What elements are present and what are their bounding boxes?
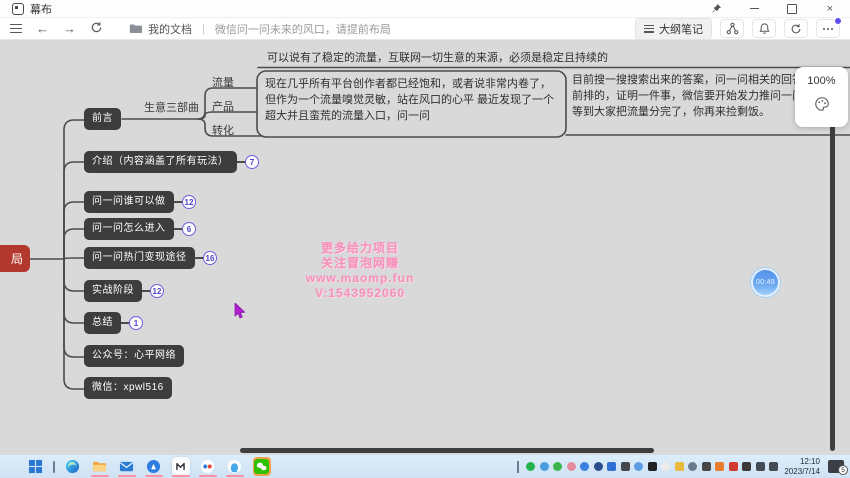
- tray-cloud-gray-icon[interactable]: [688, 462, 697, 471]
- collapsed-count-badge[interactable]: 1: [129, 316, 143, 330]
- mindmap-node[interactable]: 总结: [84, 312, 121, 334]
- pin-icon[interactable]: [710, 3, 722, 15]
- windows-taskbar: 12:10 2023/7/14 5: [0, 455, 850, 478]
- collapsed-count-badge[interactable]: 7: [245, 155, 259, 169]
- tray-blue-cloud-icon[interactable]: [580, 462, 589, 471]
- taskbar-divider: [53, 461, 55, 473]
- running-indicator: [145, 475, 163, 477]
- clock-time: 12:10: [784, 457, 820, 467]
- running-indicator: [91, 475, 109, 477]
- taskbar-wechat-icon[interactable]: [253, 457, 271, 476]
- clock-date: 2023/7/14: [784, 467, 820, 477]
- taskbar-mail-icon[interactable]: [118, 457, 136, 476]
- mindmap-root-node[interactable]: 局: [0, 245, 30, 272]
- taskbar-photos-icon[interactable]: [145, 457, 163, 476]
- breadcrumb-separator: |: [202, 23, 205, 35]
- branch-item[interactable]: 流量: [212, 74, 234, 90]
- tray-phone-icon[interactable]: [702, 462, 711, 471]
- tray-volume-icon[interactable]: [769, 462, 778, 471]
- tray-speaker-orange-icon[interactable]: [715, 462, 724, 471]
- running-indicator: [172, 475, 190, 477]
- watermark: 更多给力项目关注冒泡网赚www.maomp.funV:1543952060: [295, 241, 425, 301]
- running-indicator: [118, 475, 136, 477]
- notifications-bell-icon[interactable]: [752, 19, 776, 38]
- tray-blue-square-icon[interactable]: [607, 462, 616, 471]
- maximize-button[interactable]: [786, 3, 798, 15]
- tray-pink-app-icon[interactable]: [567, 462, 576, 471]
- refresh-icon[interactable]: [90, 21, 103, 36]
- forward-icon[interactable]: →: [63, 22, 76, 35]
- mubu-logo-icon: [12, 3, 24, 15]
- folder-icon: [129, 23, 142, 34]
- text-node-traffic-intro[interactable]: 可以说有了稳定的流量，互联网一切生意的来源，必须是稳定且持续的: [267, 51, 608, 67]
- branch-item[interactable]: 转化: [212, 122, 234, 138]
- collapsed-count-badge[interactable]: 16: [203, 251, 217, 265]
- vertical-scrollbar[interactable]: [830, 85, 835, 451]
- taskbar-qq-icon[interactable]: [226, 457, 244, 476]
- mindmap-canvas[interactable]: 局 前言介绍（内容涵盖了所有玩法） 7 问一问谁可以做 12 问一问怎么进入 6 问一问热门…: [0, 41, 850, 455]
- more-menu-icon[interactable]: [816, 19, 840, 38]
- running-indicator: [199, 475, 217, 477]
- collapsed-count-badge[interactable]: 12: [182, 195, 196, 209]
- mindmap-node[interactable]: 前言: [84, 108, 121, 130]
- tray-wifi-icon[interactable]: [756, 462, 765, 471]
- taskbar-edge-icon[interactable]: [64, 457, 82, 476]
- theme-palette-icon[interactable]: [814, 96, 830, 117]
- horizontal-scrollbar[interactable]: [240, 448, 654, 453]
- branch-edge-label: 生意三部曲: [144, 99, 199, 115]
- zoom-level[interactable]: 100%: [807, 75, 835, 87]
- breadcrumb-doc-title: 微信问一问未来的风口，请提前布局: [215, 21, 391, 37]
- mindmap-node[interactable]: 问一问怎么进入: [84, 218, 174, 240]
- menu-icon[interactable]: [10, 24, 22, 33]
- notification-icon[interactable]: 5: [828, 460, 844, 473]
- outline-note-button[interactable]: 大纲笔记: [635, 18, 712, 40]
- sync-icon[interactable]: [784, 19, 808, 38]
- mouse-cursor: [234, 303, 247, 324]
- outline-icon: [644, 25, 654, 33]
- tray-white-app-icon[interactable]: [661, 462, 670, 471]
- mindmap-node[interactable]: 公众号：心平网络: [84, 345, 184, 367]
- mindmap-node[interactable]: 问一问热门变现途径: [84, 247, 195, 269]
- close-button[interactable]: ×: [824, 3, 836, 15]
- desktop-screen: 幕布 × ← → 我的文档 | 微信问一问未来的风口，请提前布局 大纲笔记: [0, 0, 850, 478]
- back-icon[interactable]: ←: [36, 22, 49, 35]
- collapsed-count-badge[interactable]: 6: [182, 222, 196, 236]
- tray-blue-dot-icon[interactable]: [634, 462, 643, 471]
- taskbar-meeting-icon[interactable]: [199, 457, 217, 476]
- app-toolbar: ← → 我的文档 | 微信问一问未来的风口，请提前布局 大纲笔记: [0, 18, 850, 40]
- mindmap-node[interactable]: 介绍（内容涵盖了所有玩法）: [84, 151, 237, 173]
- recording-time: 00:49: [756, 279, 775, 286]
- update-dot: [834, 17, 842, 25]
- recording-timer-bubble[interactable]: 00:49: [751, 268, 780, 297]
- tray-wallet-dark-icon[interactable]: [742, 462, 751, 471]
- tray-mic-icon[interactable]: [648, 462, 657, 471]
- tray-shield-icon[interactable]: [675, 462, 684, 471]
- taskbar-mubu-icon[interactable]: [172, 457, 190, 476]
- notification-count: 5: [838, 465, 848, 475]
- branch-item[interactable]: 产品: [212, 98, 234, 114]
- mindmap-node[interactable]: 微信：xpwl516: [84, 377, 172, 399]
- tray-red-w-icon[interactable]: [729, 462, 738, 471]
- tray-green-app-icon[interactable]: [526, 462, 535, 471]
- mindmap-node[interactable]: 实战阶段: [84, 280, 142, 302]
- taskbar-file-explorer-icon[interactable]: [91, 457, 109, 476]
- window-title: 幕布: [30, 1, 52, 17]
- minimize-button[interactable]: [748, 3, 760, 15]
- breadcrumb-folder[interactable]: 我的文档: [148, 21, 192, 37]
- tray-green-leaf-icon[interactable]: [553, 462, 562, 471]
- running-indicator: [226, 475, 244, 477]
- collab-share-icon[interactable]: [720, 19, 744, 38]
- collapsed-count-badge[interactable]: 12: [150, 284, 164, 298]
- tray-separator: [517, 461, 519, 473]
- tray-mubu-tray-icon[interactable]: [621, 462, 630, 471]
- taskbar-start-icon[interactable]: [26, 457, 44, 476]
- zoom-panel: 100%: [795, 67, 848, 127]
- taskbar-clock[interactable]: 12:10 2023/7/14: [784, 457, 820, 477]
- tray-blue-sync-icon[interactable]: [540, 462, 549, 471]
- text-node-platform-saturation[interactable]: 现在几乎所有平台创作者都已经饱和，或者说非常内卷了，但作为一个流量嗅觉灵敏，站在…: [265, 77, 557, 125]
- tray-navy-app-icon[interactable]: [594, 462, 603, 471]
- window-titlebar: 幕布 ×: [0, 0, 850, 18]
- mindmap-node[interactable]: 问一问谁可以做: [84, 191, 174, 213]
